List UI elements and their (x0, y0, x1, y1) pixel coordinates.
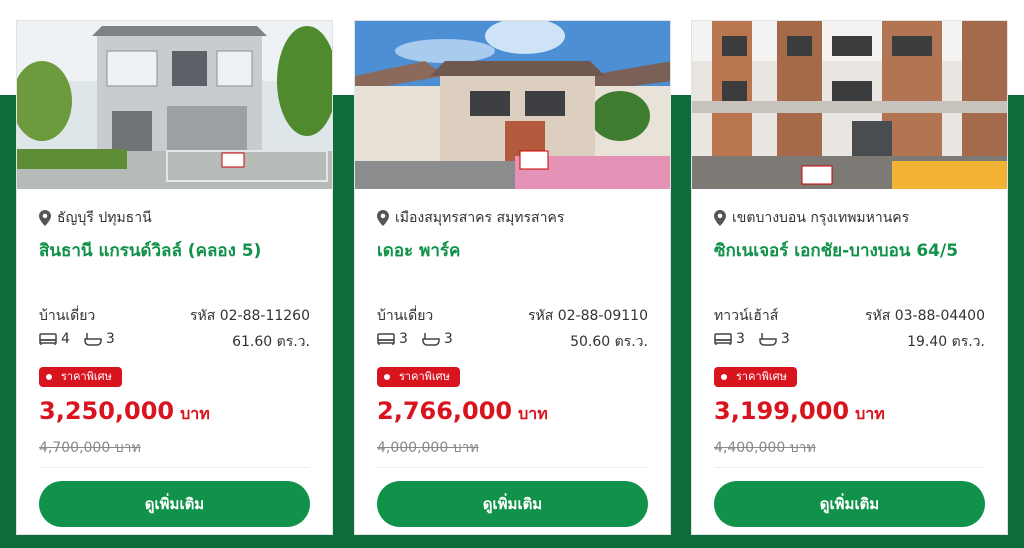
old-price: 4,000,000 บาท (377, 440, 479, 456)
view-more-button[interactable]: ดูเพิ่มเติม (377, 481, 648, 527)
price-value: 2,766,000 (377, 397, 513, 425)
divider (714, 467, 985, 468)
price-value: 3,199,000 (714, 397, 850, 425)
divider (39, 467, 310, 468)
location-text: ธัญบุรี ปทุมธานี (57, 210, 152, 226)
property-features: 3 3 (714, 331, 790, 347)
price-unit: บาท (518, 404, 548, 423)
price-value: 3,250,000 (39, 397, 175, 425)
location: เมืองสมุทรสาคร สมุทรสาคร (377, 207, 564, 229)
property-card[interactable]: เมืองสมุทรสาคร สมุทรสาคร เดอะ พาร์ค บ้าน… (354, 20, 671, 535)
bathroom-count: 3 (780, 331, 790, 347)
property-type: บ้านเดี่ยว (39, 308, 96, 324)
price: 2,766,000 บาท (377, 397, 548, 427)
view-more-button[interactable]: ดูเพิ่มเติม (39, 481, 310, 527)
property-code: รหัส 02-88-11260 (189, 308, 310, 324)
property-area: 19.40 ตร.ว. (907, 334, 985, 350)
bathtub-icon (422, 333, 440, 346)
price: 3,250,000 บาท (39, 397, 210, 427)
price: 3,199,000 บาท (714, 397, 885, 427)
special-price-badge: ราคาพิเศษ (714, 367, 797, 387)
bed-icon (377, 333, 395, 345)
bathtub-icon (759, 333, 777, 346)
property-title[interactable]: เดอะ พาร์ค (377, 235, 657, 267)
special-price-badge: ราคาพิเศษ (377, 367, 460, 387)
bedroom-count: 3 (736, 331, 745, 347)
property-features: 4 3 (39, 331, 115, 347)
location-text: เมืองสมุทรสาคร สมุทรสาคร (395, 210, 565, 226)
bathroom-count: 3 (443, 331, 453, 347)
bathroom-count: 3 (105, 331, 115, 347)
view-more-button[interactable]: ดูเพิ่มเติม (714, 481, 985, 527)
location: ธัญบุรี ปทุมธานี (39, 207, 152, 229)
property-title[interactable]: สินธานี แกรนด์วิลล์ (คลอง 5) (39, 235, 319, 267)
divider (377, 467, 648, 468)
old-price: 4,400,000 บาท (714, 440, 816, 456)
property-card[interactable]: เขตบางบอน กรุงเทพมหานคร ซิกเนเจอร์ เอกชั… (691, 20, 1008, 535)
map-pin-icon (714, 210, 726, 226)
property-code: รหัส 03-88-04400 (864, 308, 985, 324)
location-text: เขตบางบอน กรุงเทพมหานคร (732, 210, 910, 226)
bedroom-count: 4 (61, 331, 70, 347)
property-type: ทาวน์เฮ้าส์ (714, 308, 779, 324)
property-photo[interactable] (17, 21, 332, 189)
location: เขตบางบอน กรุงเทพมหานคร (714, 207, 909, 229)
price-unit: บาท (855, 404, 885, 423)
property-area: 61.60 ตร.ว. (232, 334, 310, 350)
property-area: 50.60 ตร.ว. (570, 334, 648, 350)
property-photo[interactable] (355, 21, 670, 189)
special-price-badge: ราคาพิเศษ (39, 367, 122, 387)
property-card[interactable]: ธัญบุรี ปทุมธานี สินธานี แกรนด์วิลล์ (คล… (16, 20, 333, 535)
property-title[interactable]: ซิกเนเจอร์ เอกชัย-บางบอน 64/5 (714, 235, 994, 267)
bedroom-count: 3 (399, 331, 408, 347)
map-pin-icon (377, 210, 389, 226)
property-type: บ้านเดี่ยว (377, 308, 434, 324)
old-price: 4,700,000 บาท (39, 440, 141, 456)
price-unit: บาท (180, 404, 210, 423)
property-features: 3 3 (377, 331, 453, 347)
map-pin-icon (39, 210, 51, 226)
bed-icon (39, 333, 57, 345)
property-code: รหัส 02-88-09110 (527, 308, 648, 324)
bed-icon (714, 333, 732, 345)
bathtub-icon (84, 333, 102, 346)
property-photo[interactable] (692, 21, 1007, 189)
